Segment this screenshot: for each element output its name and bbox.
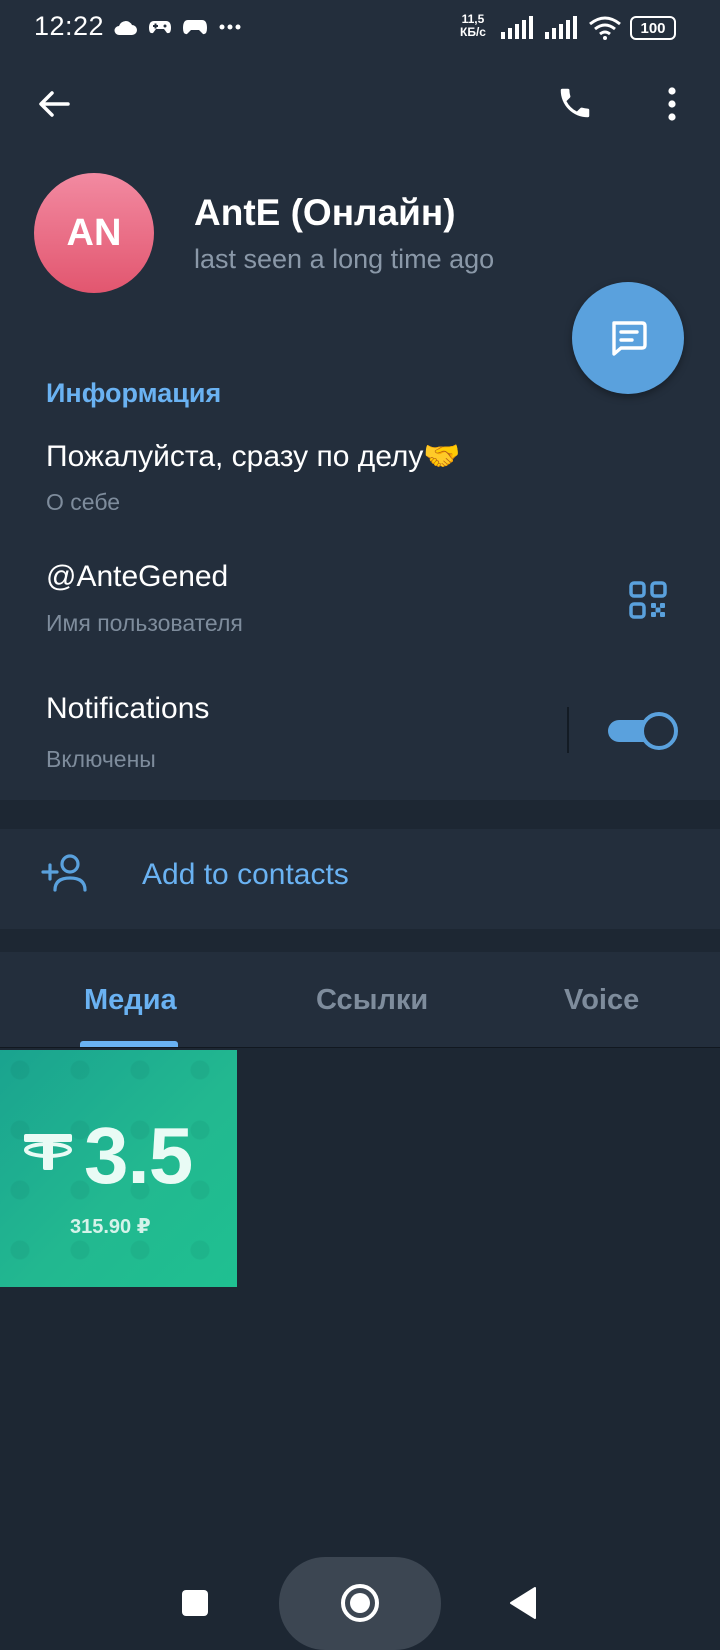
signal-icon (501, 16, 533, 39)
media-subtitle: 315.90 ₽ (70, 1216, 151, 1238)
info-section-title: Информация (46, 378, 222, 408)
username-value: @AnteGened (46, 560, 229, 593)
network-speed: 11,5 КБ/с (460, 13, 486, 39)
media-amount: 3.5 (84, 1111, 193, 1200)
notifications-divider (567, 707, 569, 753)
toggle-knob (640, 712, 678, 750)
username-row[interactable]: @AnteGened Имя пользователя (0, 550, 720, 650)
media-item[interactable]: 3.5 315.90 ₽ (0, 1050, 237, 1287)
bio-label: О себе (46, 489, 121, 515)
status-time: 12:22 (34, 11, 105, 41)
gamepad-icon (149, 21, 171, 34)
bio-row[interactable]: Пожалуйста, сразу по делу🤝 О себе (0, 425, 720, 525)
notifications-label: Включены (46, 746, 156, 772)
cloud-icon (114, 21, 137, 35)
notifications-value: Notifications (46, 692, 210, 725)
message-button[interactable] (572, 282, 684, 394)
add-contact-button[interactable] (0, 829, 720, 929)
phone-icon[interactable] (556, 84, 594, 122)
profile-status: last seen a long time ago (194, 244, 495, 274)
triangle-back-icon[interactable] (508, 1586, 538, 1620)
qr-code-icon[interactable] (628, 580, 668, 620)
network-speed-unit: КБ/с (460, 25, 486, 39)
tab-indicator (80, 1041, 178, 1047)
username-label: Имя пользователя (46, 610, 243, 636)
battery-icon: 100 (630, 16, 676, 40)
bio-value: Пожалуйста, сразу по делу🤝 (46, 440, 461, 473)
status-right-icons: 100 (500, 13, 676, 43)
message-icon (612, 321, 647, 356)
profile-name: AntE (Онлайн) (194, 192, 456, 233)
tab-links[interactable]: Ссылки (316, 984, 428, 1017)
gamepad-icon (183, 20, 207, 35)
square-icon[interactable] (181, 1589, 209, 1617)
wifi-icon (589, 16, 621, 40)
tab-voice[interactable]: Voice (564, 984, 639, 1017)
tether-icon (24, 1134, 72, 1170)
notifications-row[interactable]: Notifications Включены (0, 680, 560, 780)
avatar[interactable]: AN (34, 173, 154, 293)
tab-media[interactable]: Медиа (84, 984, 177, 1017)
circle-icon[interactable] (340, 1583, 380, 1623)
status-left-icons (112, 12, 242, 42)
more-vertical-icon[interactable] (662, 86, 682, 122)
more-dots-icon (219, 24, 241, 30)
person-add-icon (41, 854, 87, 892)
notifications-toggle[interactable] (608, 712, 678, 750)
add-contact-label: Add to contacts (142, 858, 349, 891)
arrow-left-icon[interactable] (36, 86, 72, 122)
signal-icon (545, 16, 577, 39)
